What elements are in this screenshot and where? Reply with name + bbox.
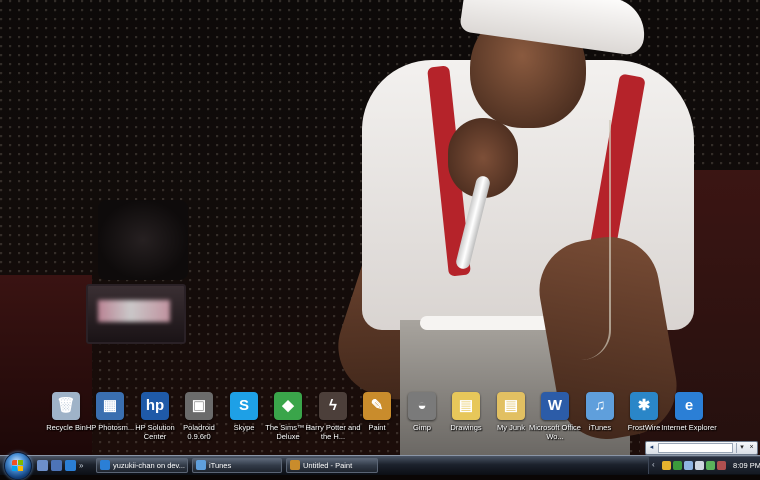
chevron-down-icon[interactable]: ▾: [736, 443, 747, 453]
itunes-icon: ♫: [586, 392, 614, 420]
switch-windows-icon[interactable]: [51, 460, 62, 471]
sims-2-icon: ◆: [274, 392, 302, 420]
floating-toolbar[interactable]: ◂ ▾ ×: [645, 441, 758, 455]
start-button[interactable]: [4, 452, 32, 480]
security-icon[interactable]: [673, 461, 682, 470]
internet-explorer-icon: [100, 460, 110, 470]
taskbar-button[interactable]: yuzukii-chan on dev...: [96, 458, 188, 473]
poladroid-icon: ▣: [185, 392, 213, 420]
word-icon: W: [541, 392, 569, 420]
volume-icon[interactable]: [695, 461, 704, 470]
wallpaper-figure-chain: [565, 120, 611, 360]
wallpaper-speaker: [86, 284, 186, 344]
taskbar-button[interactable]: Untitled - Paint: [286, 458, 378, 473]
toolbar-back-button[interactable]: ◂: [647, 443, 656, 453]
frostwire-icon: ✱: [630, 392, 658, 420]
taskbar-button-label: yuzukii-chan on dev...: [113, 461, 185, 470]
clock[interactable]: 8:09 PM: [733, 457, 760, 474]
internet-explorer-icon: e: [675, 392, 703, 420]
harry-potter-icon: ϟ: [319, 392, 347, 420]
folder-icon: ▤: [497, 392, 525, 420]
quick-launch-more-button[interactable]: »: [79, 459, 83, 472]
paint-icon: [290, 460, 300, 470]
show-desktop-icon[interactable]: [37, 460, 48, 471]
gimp-icon: ◒: [408, 392, 436, 420]
folder-icon: ▤: [452, 392, 480, 420]
internet-explorer-icon[interactable]: [65, 460, 76, 471]
app-icon[interactable]: [717, 461, 726, 470]
power-icon[interactable]: [706, 461, 715, 470]
skype-icon: S: [230, 392, 258, 420]
wallpaper-stand: [98, 200, 188, 280]
network-icon[interactable]: [684, 461, 693, 470]
close-icon[interactable]: ×: [747, 443, 756, 453]
system-tray: ‹ 8:09 PM: [648, 457, 760, 474]
desktop-icon[interactable]: e Internet Explorer: [660, 388, 718, 432]
desktop-wallpaper: [0, 0, 760, 455]
hp-solution-center-icon: hp: [141, 392, 169, 420]
taskbar-button-label: Untitled - Paint: [303, 461, 353, 470]
taskbar: » yuzukii-chan on dev... iTunes Untitled -…: [0, 452, 760, 480]
chrome-icon[interactable]: [662, 461, 671, 470]
hp-photosmart-icon: ▦: [96, 392, 124, 420]
recycle-bin-icon: 🗑: [52, 392, 80, 420]
quick-launch: »: [37, 459, 83, 473]
paint-icon: ✎: [363, 392, 391, 420]
taskbar-button[interactable]: iTunes: [192, 458, 282, 473]
taskbar-button-label: iTunes: [209, 461, 232, 470]
windows-logo-icon: [12, 460, 24, 472]
tray-expand-button[interactable]: ‹: [652, 458, 655, 472]
desktop-icon-label: Internet Explorer: [661, 423, 717, 432]
toolbar-input[interactable]: [658, 443, 733, 453]
itunes-icon: [196, 460, 206, 470]
